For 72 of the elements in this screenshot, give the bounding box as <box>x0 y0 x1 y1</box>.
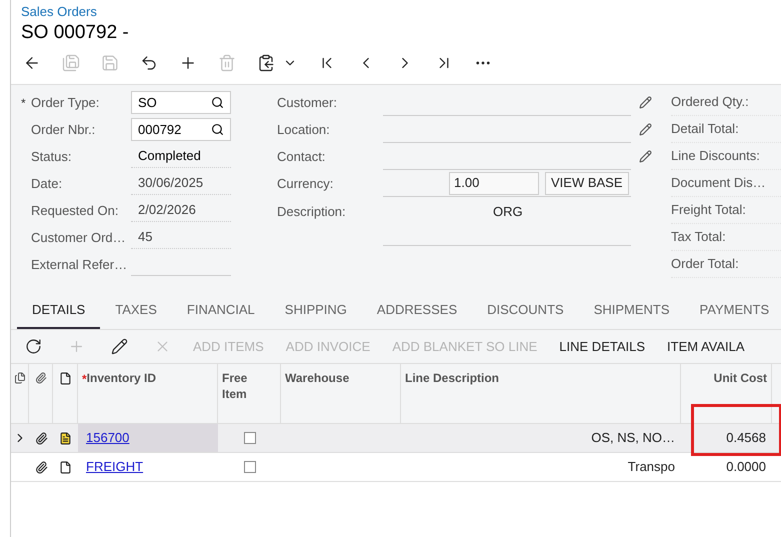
field-label: Description: <box>277 203 347 221</box>
refresh-icon[interactable] <box>25 338 42 355</box>
table-cell-text: 0.4568 <box>726 429 766 448</box>
pencil-icon[interactable] <box>639 96 652 109</box>
pencil-icon[interactable] <box>111 338 128 355</box>
plus-icon[interactable] <box>179 54 197 72</box>
checkbox[interactable] <box>244 461 256 473</box>
clipboard-icon[interactable] <box>257 54 275 72</box>
view-base-button[interactable]: VIEW BASE <box>545 172 629 194</box>
required-mark: * <box>82 371 87 388</box>
paperclip-icon <box>34 372 46 384</box>
search-icon[interactable] <box>211 123 224 136</box>
field-label: Customer: <box>277 94 338 112</box>
checkbox[interactable] <box>244 432 256 444</box>
summary-label: Detail Total: <box>671 120 739 138</box>
table-row[interactable]: 156700 OS, NS, NO… 0.4568 <box>11 424 781 453</box>
field-label: Currency: <box>277 174 334 193</box>
page-title: SO 000792 - <box>21 20 129 45</box>
breadcrumb-link[interactable]: Sales Orders <box>21 4 97 20</box>
tab[interactable]: SHIPMENTS <box>578 300 685 329</box>
note-icon[interactable] <box>59 432 72 444</box>
pencil-icon[interactable] <box>639 123 652 136</box>
description-value[interactable]: ORG <box>493 202 523 222</box>
search-icon[interactable] <box>211 96 224 109</box>
summary-label: Order Total: <box>671 255 739 274</box>
text-field[interactable]: 2/02/2026 <box>131 199 231 222</box>
summary-label: Freight Total: <box>671 201 746 220</box>
column-header[interactable]: Warehouse <box>285 370 350 386</box>
files-icon <box>14 372 26 384</box>
field-label: Date: <box>31 174 64 193</box>
summary-label: Tax Total: <box>671 228 726 246</box>
required-mark: * <box>21 94 26 112</box>
field-label: External Refer… <box>31 256 128 274</box>
table-cell-text: 0.0000 <box>726 458 766 476</box>
field-label: Status: <box>31 148 72 166</box>
toolbar-button[interactable]: ITEM AVAILA <box>667 336 745 356</box>
tab[interactable]: DISCOUNTS <box>472 300 579 329</box>
text-field[interactable]: 45 <box>131 226 231 249</box>
undo-icon[interactable] <box>140 54 158 72</box>
text-field[interactable]: 30/06/2025 <box>131 172 231 195</box>
inventory-link[interactable]: FREIGHT <box>86 457 144 477</box>
field-label: Customer Ord… <box>31 228 127 247</box>
currency-rate-field[interactable]: 1.00 <box>449 172 539 194</box>
summary-label: Document Dis… <box>671 174 766 192</box>
paperclip-icon[interactable] <box>34 460 48 474</box>
tab[interactable]: PAYMENTS <box>684 300 781 329</box>
table-cell-text: OS, NS, NO… <box>591 429 675 448</box>
file-icon[interactable] <box>59 460 72 474</box>
tab[interactable]: FINANCIAL <box>172 300 270 329</box>
column-header[interactable]: Inventory ID <box>86 370 156 386</box>
column-header[interactable]: Free Item <box>222 370 258 402</box>
lookup-field[interactable]: SO <box>131 91 231 114</box>
summary-label: Line Discounts: <box>671 147 760 166</box>
tab[interactable]: TAXES <box>100 300 172 329</box>
paperclip-icon[interactable] <box>34 432 48 444</box>
tab[interactable]: ADDRESSES <box>362 300 472 329</box>
lookup-field[interactable]: 000792 <box>131 118 231 141</box>
field-label: Location: <box>277 120 331 139</box>
field-label: Contact: <box>277 148 326 166</box>
summary-label: Ordered Qty.: <box>671 93 749 112</box>
field-label: Requested On: <box>31 202 120 220</box>
tab[interactable]: DETAILS <box>17 300 100 329</box>
toolbar-button[interactable]: LINE DETAILS <box>559 336 646 356</box>
column-header[interactable]: Unit Cost <box>714 370 767 386</box>
field-label: Order Type: <box>31 94 100 112</box>
file-icon <box>58 372 72 385</box>
pencil-icon[interactable] <box>639 150 652 163</box>
tab[interactable]: SHIPPING <box>270 300 362 329</box>
field-label: Order Nbr.: <box>31 120 96 139</box>
status-value: Completed <box>131 145 231 168</box>
table-cell-text: Transpo <box>628 458 675 476</box>
column-header[interactable]: Line Description <box>405 370 500 386</box>
